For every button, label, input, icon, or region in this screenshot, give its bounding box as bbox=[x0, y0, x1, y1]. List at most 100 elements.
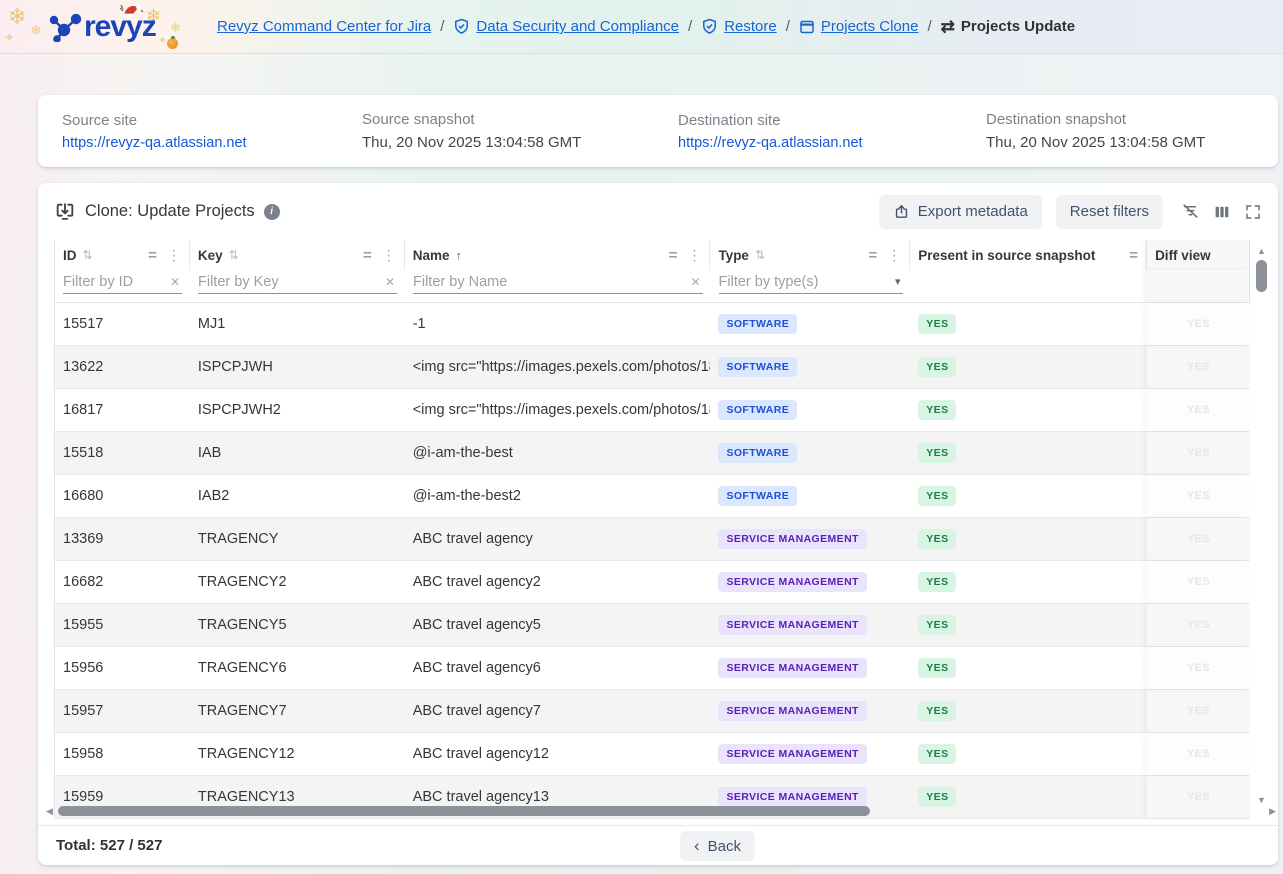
column-header-type[interactable]: Type ⇅ = ⋮ bbox=[710, 240, 910, 270]
revyz-logo[interactable]: ❄ ❄ ✦ ❄ ❄ ✦ revyz bbox=[0, 0, 205, 53]
breadcrumb-link[interactable]: Restore bbox=[724, 18, 777, 35]
reset-filters-label: Reset filters bbox=[1070, 203, 1149, 220]
column-header-name[interactable]: Name ↑ = ⋮ bbox=[405, 240, 711, 270]
column-header-present[interactable]: Present in source snapshot = bbox=[910, 240, 1147, 270]
column-filter-indicator-icon[interactable]: = bbox=[1129, 247, 1138, 264]
cell-type: SERVICE MANAGEMENT bbox=[710, 647, 910, 689]
column-filter-indicator-icon[interactable]: = bbox=[869, 247, 878, 264]
table-row[interactable]: 15517MJ1-1SOFTWAREYESYES bbox=[55, 303, 1250, 346]
export-metadata-button[interactable]: Export metadata bbox=[879, 195, 1042, 229]
scroll-up-icon[interactable]: ▲ bbox=[1257, 246, 1266, 256]
table-row[interactable]: 15958TRAGENCY12ABC travel agency12SERVIC… bbox=[55, 733, 1250, 776]
reset-filters-button[interactable]: Reset filters bbox=[1056, 195, 1163, 229]
cell-id: 15956 bbox=[55, 647, 190, 689]
table-row[interactable]: 13622ISPCPJWH<img src="https://images.pe… bbox=[55, 346, 1250, 389]
cell-name: <img src="https://images.pexels.com/phot… bbox=[405, 346, 711, 388]
cell-diff-view: YES bbox=[1147, 475, 1250, 517]
column-menu-icon[interactable]: ⋮ bbox=[167, 247, 181, 264]
back-button[interactable]: ‹ Back bbox=[680, 831, 755, 861]
diff-view-value: YES bbox=[1187, 361, 1210, 373]
cell-type: SOFTWARE bbox=[710, 432, 910, 474]
breadcrumb-separator: / bbox=[786, 18, 790, 35]
horizontal-scrollbar-thumb[interactable] bbox=[58, 806, 870, 816]
source-site-label: Source site bbox=[62, 112, 362, 129]
scroll-left-icon[interactable]: ◀ bbox=[46, 806, 53, 817]
sort-ascending-icon[interactable]: ↑ bbox=[455, 248, 462, 263]
table-row[interactable]: 15955TRAGENCY5ABC travel agency5SERVICE … bbox=[55, 604, 1250, 647]
diff-view-value: YES bbox=[1187, 318, 1210, 330]
filter-id-input[interactable] bbox=[63, 274, 168, 290]
breadcrumb-current: Projects Update bbox=[961, 18, 1075, 35]
filter-name-input[interactable] bbox=[413, 274, 688, 290]
data-grid: ID ⇅ = ⋮ Key ⇅ = ⋮ Name ↑ = ⋮ bbox=[38, 240, 1278, 825]
shield-check-icon bbox=[453, 18, 470, 35]
filter-type-input[interactable] bbox=[719, 274, 893, 290]
filter-type-select[interactable]: ▾ bbox=[719, 270, 903, 294]
column-menu-icon[interactable]: ⋮ bbox=[687, 247, 701, 264]
revyz-molecule-icon bbox=[48, 14, 82, 42]
vertical-scrollbar-thumb[interactable] bbox=[1256, 260, 1267, 292]
sort-icon[interactable]: ⇅ bbox=[83, 248, 93, 262]
column-label: Name bbox=[413, 248, 450, 263]
column-menu-icon[interactable]: ⋮ bbox=[382, 247, 396, 264]
type-badge: SERVICE MANAGEMENT bbox=[718, 658, 866, 678]
chevron-down-icon[interactable]: ▾ bbox=[893, 275, 903, 288]
column-header-diff-view[interactable]: Diff view bbox=[1147, 240, 1250, 270]
clear-filter-icon[interactable]: ✕ bbox=[688, 275, 702, 289]
cell-id: 15517 bbox=[55, 303, 190, 345]
toolbar-actions: Export metadata Reset filters bbox=[879, 195, 1262, 229]
column-menu-icon[interactable]: ⋮ bbox=[887, 247, 901, 264]
present-badge: YES bbox=[918, 615, 956, 635]
present-badge: YES bbox=[918, 744, 956, 764]
horizontal-scrollbar[interactable]: ◀ ▶ bbox=[46, 805, 1278, 819]
breadcrumb-item-data-security[interactable]: Data Security and Compliance bbox=[453, 18, 679, 35]
table-row[interactable]: 15518IAB@i-am-the-bestSOFTWAREYESYES bbox=[55, 432, 1250, 475]
projects-table-card: Clone: Update Projects i Export metadata… bbox=[38, 183, 1278, 865]
filter-key-field[interactable]: ✕ bbox=[198, 270, 397, 294]
clone-download-icon bbox=[54, 201, 76, 223]
filter-key-input[interactable] bbox=[198, 274, 383, 290]
clear-filters-icon[interactable] bbox=[1181, 202, 1200, 221]
vertical-scrollbar[interactable]: ▲ ▼ bbox=[1254, 242, 1270, 809]
breadcrumb-item-projects-clone[interactable]: Projects Clone bbox=[799, 18, 919, 35]
breadcrumb-link[interactable]: Projects Clone bbox=[821, 18, 919, 35]
cell-type: SERVICE MANAGEMENT bbox=[710, 690, 910, 732]
column-filter-indicator-icon[interactable]: = bbox=[148, 247, 157, 264]
column-header-id[interactable]: ID ⇅ = ⋮ bbox=[55, 240, 190, 270]
filter-id-field[interactable]: ✕ bbox=[63, 270, 182, 294]
scroll-right-icon[interactable]: ▶ bbox=[1269, 806, 1276, 817]
cell-present: YES bbox=[910, 303, 1147, 345]
export-metadata-label: Export metadata bbox=[918, 203, 1028, 220]
column-label: Type bbox=[718, 248, 749, 263]
scroll-down-icon[interactable]: ▼ bbox=[1257, 795, 1266, 805]
breadcrumb-item-command-center[interactable]: Revyz Command Center for Jira bbox=[217, 18, 431, 35]
table-row[interactable]: 15957TRAGENCY7ABC travel agency7SERVICE … bbox=[55, 690, 1250, 733]
sort-icon[interactable]: ⇅ bbox=[229, 248, 239, 262]
column-filter-indicator-icon[interactable]: = bbox=[363, 247, 372, 264]
present-badge: YES bbox=[918, 572, 956, 592]
clear-filter-icon[interactable]: ✕ bbox=[383, 275, 397, 289]
breadcrumb-item-restore[interactable]: Restore bbox=[701, 18, 777, 35]
table-row[interactable]: 16817ISPCPJWH2<img src="https://images.p… bbox=[55, 389, 1250, 432]
columns-icon[interactable] bbox=[1213, 203, 1231, 221]
clear-filter-icon[interactable]: ✕ bbox=[168, 275, 182, 289]
table-row[interactable]: 16680IAB2@i-am-the-best2SOFTWAREYESYES bbox=[55, 475, 1250, 518]
source-site-link[interactable]: https://revyz-qa.atlassian.net bbox=[62, 135, 362, 151]
sort-icon[interactable]: ⇅ bbox=[755, 248, 765, 262]
column-label: Present in source snapshot bbox=[918, 248, 1095, 263]
cell-id: 16682 bbox=[55, 561, 190, 603]
tangerine-icon bbox=[167, 38, 178, 49]
info-icon[interactable]: i bbox=[264, 204, 280, 220]
table-row[interactable]: 15956TRAGENCY6ABC travel agency6SERVICE … bbox=[55, 647, 1250, 690]
column-header-key[interactable]: Key ⇅ = ⋮ bbox=[190, 240, 405, 270]
fullscreen-icon[interactable] bbox=[1244, 203, 1262, 221]
breadcrumb-link[interactable]: Data Security and Compliance bbox=[476, 18, 679, 35]
table-view-icons bbox=[1181, 202, 1262, 221]
table-row[interactable]: 16682TRAGENCY2ABC travel agency2SERVICE … bbox=[55, 561, 1250, 604]
destination-snapshot-label: Destination snapshot bbox=[986, 111, 1254, 128]
column-filter-indicator-icon[interactable]: = bbox=[669, 247, 678, 264]
destination-site-link[interactable]: https://revyz-qa.atlassian.net bbox=[678, 135, 986, 151]
breadcrumb-link[interactable]: Revyz Command Center for Jira bbox=[217, 18, 431, 35]
table-row[interactable]: 13369TRAGENCYABC travel agencySERVICE MA… bbox=[55, 518, 1250, 561]
filter-name-field[interactable]: ✕ bbox=[413, 270, 703, 294]
